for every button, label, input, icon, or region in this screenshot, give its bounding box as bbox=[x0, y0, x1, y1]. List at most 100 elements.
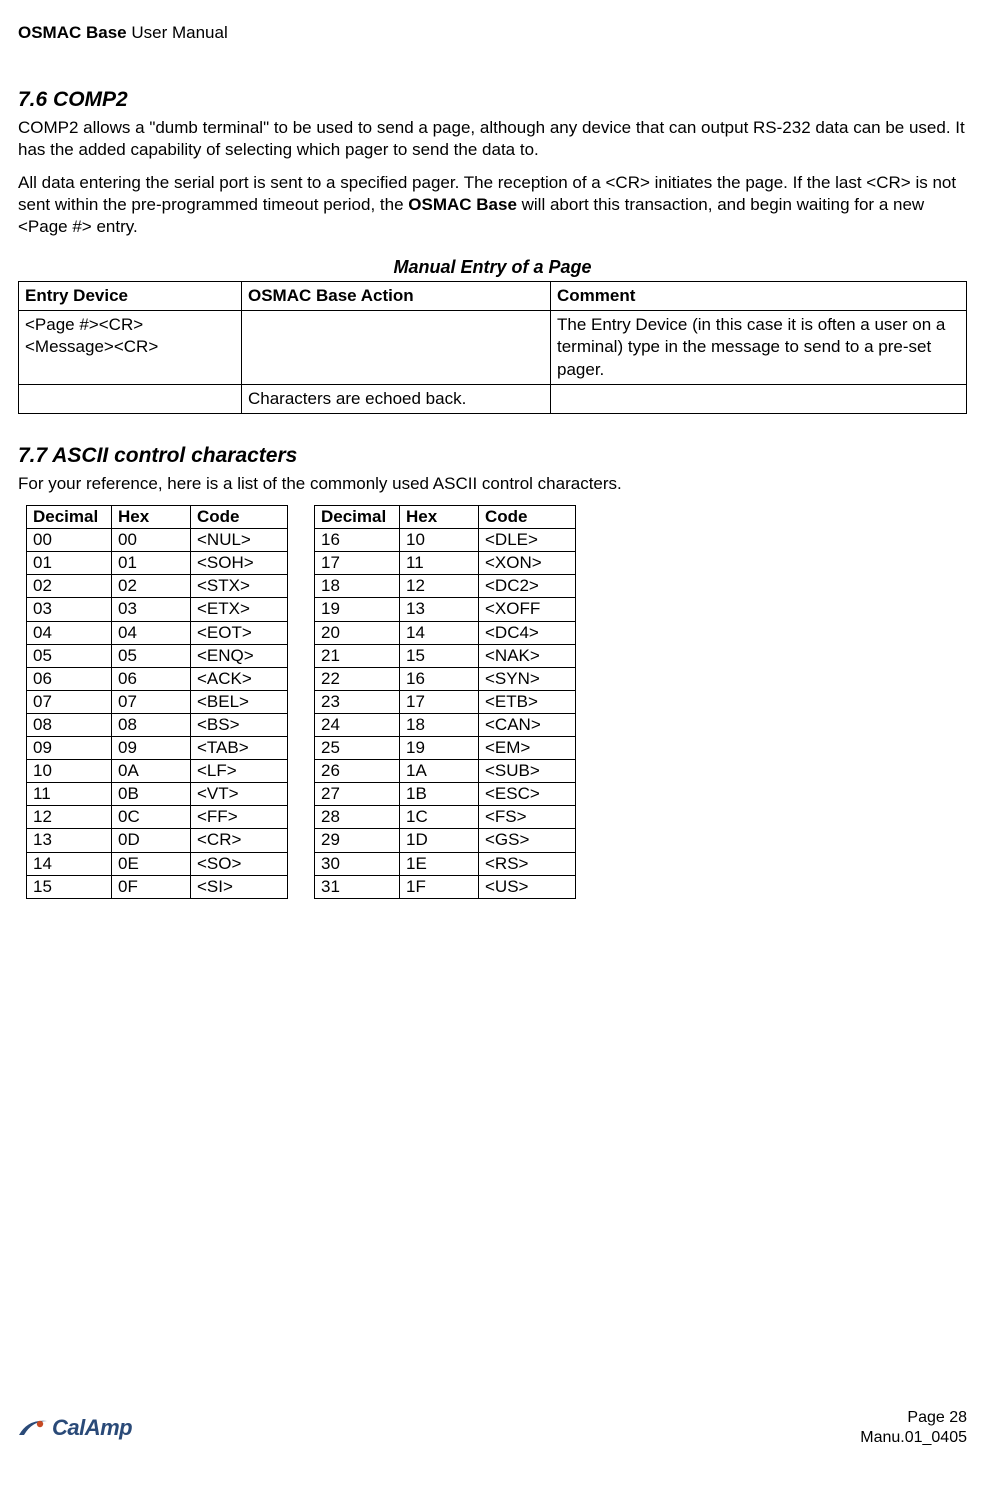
ascii-cell: 31 bbox=[315, 875, 400, 898]
ascii-cell: 29 bbox=[315, 829, 400, 852]
ascii-cell: <NAK> bbox=[479, 644, 576, 667]
ascii-cell: 26 bbox=[315, 760, 400, 783]
ascii-cell: 1A bbox=[400, 760, 479, 783]
footer-right: Page 28 Manu.01_0405 bbox=[860, 1408, 967, 1448]
ascii-cell: <NUL> bbox=[191, 529, 288, 552]
ascii-cell: <ACK> bbox=[191, 667, 288, 690]
ascii-th-code: Code bbox=[191, 506, 288, 529]
ascii-cell: 12 bbox=[400, 575, 479, 598]
ascii-cell: 08 bbox=[112, 713, 191, 736]
table-row: 2115<NAK> bbox=[315, 644, 576, 667]
calamp-swoosh-icon bbox=[18, 1417, 48, 1439]
ascii-cell: <ESC> bbox=[479, 783, 576, 806]
ascii-th-dec: Decimal bbox=[315, 506, 400, 529]
table-row: 1711<XON> bbox=[315, 552, 576, 575]
calamp-logo: CalAmp bbox=[18, 1414, 132, 1443]
ascii-cell: 06 bbox=[112, 667, 191, 690]
doc-manu-id: Manu.01_0405 bbox=[860, 1428, 967, 1448]
ascii-cell: 0D bbox=[112, 829, 191, 852]
ascii-cell: 0E bbox=[112, 852, 191, 875]
table-row: 291D<GS> bbox=[315, 829, 576, 852]
ascii-cell: 18 bbox=[315, 575, 400, 598]
ascii-table-right: Decimal Hex Code 1610<DLE>1711<XON>1812<… bbox=[314, 505, 576, 899]
ascii-cell: 19 bbox=[315, 598, 400, 621]
table-row: 0505<ENQ> bbox=[27, 644, 288, 667]
ascii-cell: 14 bbox=[400, 621, 479, 644]
ascii-th-hex: Hex bbox=[112, 506, 191, 529]
ascii-cell: 10 bbox=[27, 760, 112, 783]
ascii-cell: <XOFF bbox=[479, 598, 576, 621]
ascii-cell: 16 bbox=[315, 529, 400, 552]
ascii-cell: 05 bbox=[112, 644, 191, 667]
table-row: 0303<ETX> bbox=[27, 598, 288, 621]
ascii-table-left: Decimal Hex Code 0000<NUL>0101<SOH>0202<… bbox=[26, 505, 288, 899]
ascii-cell: <SOH> bbox=[191, 552, 288, 575]
table-row: 261A<SUB> bbox=[315, 760, 576, 783]
table-row: 2014<DC4> bbox=[315, 621, 576, 644]
ascii-cell: 10 bbox=[400, 529, 479, 552]
ascii-cell: 24 bbox=[315, 713, 400, 736]
page-number: Page 28 bbox=[860, 1408, 967, 1428]
ascii-cell: <ETX> bbox=[191, 598, 288, 621]
entry-cell bbox=[551, 384, 967, 413]
ascii-th-code: Code bbox=[479, 506, 576, 529]
ascii-cell: 17 bbox=[400, 690, 479, 713]
table-row: 0707<BEL> bbox=[27, 690, 288, 713]
ascii-cell: 02 bbox=[112, 575, 191, 598]
ascii-cell: 23 bbox=[315, 690, 400, 713]
ascii-cell: 27 bbox=[315, 783, 400, 806]
entry-cell bbox=[242, 311, 551, 384]
ascii-cell: 06 bbox=[27, 667, 112, 690]
ascii-cell: 17 bbox=[315, 552, 400, 575]
ascii-cell: 13 bbox=[400, 598, 479, 621]
ascii-cell: <GS> bbox=[479, 829, 576, 852]
ascii-cell: 00 bbox=[112, 529, 191, 552]
ascii-cell: 01 bbox=[112, 552, 191, 575]
ascii-cell: <CR> bbox=[191, 829, 288, 852]
table-row: 0808<BS> bbox=[27, 713, 288, 736]
ascii-cell: 02 bbox=[27, 575, 112, 598]
ascii-cell: <CAN> bbox=[479, 713, 576, 736]
doc-header: OSMAC Base User Manual bbox=[18, 22, 967, 44]
ascii-cell: <EM> bbox=[479, 737, 576, 760]
page-footer: CalAmp Page 28 Manu.01_0405 bbox=[18, 1408, 967, 1448]
ascii-cell: <STX> bbox=[191, 575, 288, 598]
ascii-cell: <DC2> bbox=[479, 575, 576, 598]
ascii-cell: 16 bbox=[400, 667, 479, 690]
ascii-cell: 20 bbox=[315, 621, 400, 644]
ascii-cell: 08 bbox=[27, 713, 112, 736]
table-row: 140E<SO> bbox=[27, 852, 288, 875]
ascii-cell: 04 bbox=[27, 621, 112, 644]
ascii-cell: 30 bbox=[315, 852, 400, 875]
ascii-cell: 1B bbox=[400, 783, 479, 806]
section-7-6-p2-bold: OSMAC Base bbox=[408, 195, 517, 214]
ascii-cell: <FS> bbox=[479, 806, 576, 829]
ascii-cell: 28 bbox=[315, 806, 400, 829]
ascii-cell: 09 bbox=[27, 737, 112, 760]
table-row: Characters are echoed back. bbox=[19, 384, 967, 413]
ascii-cell: <ETB> bbox=[479, 690, 576, 713]
table-row: 281C<FS> bbox=[315, 806, 576, 829]
ascii-cell: 19 bbox=[400, 737, 479, 760]
ascii-cell: <FF> bbox=[191, 806, 288, 829]
table-row: 100A<LF> bbox=[27, 760, 288, 783]
ascii-cell: 1D bbox=[400, 829, 479, 852]
table-row: 301E<RS> bbox=[315, 852, 576, 875]
ascii-cell: <EOT> bbox=[191, 621, 288, 644]
ascii-cell: <DLE> bbox=[479, 529, 576, 552]
entry-cell: Characters are echoed back. bbox=[242, 384, 551, 413]
section-7-6-p1: COMP2 allows a "dumb terminal" to be use… bbox=[18, 117, 967, 161]
ascii-th-dec: Decimal bbox=[27, 506, 112, 529]
section-7-7-heading: 7.7 ASCII control characters bbox=[18, 442, 967, 469]
ascii-cell: 12 bbox=[27, 806, 112, 829]
table-row: 130D<CR> bbox=[27, 829, 288, 852]
entry-cell bbox=[19, 384, 242, 413]
entry-th-device: Entry Device bbox=[19, 282, 242, 311]
table-row: 110B<VT> bbox=[27, 783, 288, 806]
calamp-logo-text: CalAmp bbox=[52, 1414, 132, 1443]
ascii-cell: <BS> bbox=[191, 713, 288, 736]
ascii-cell: <SUB> bbox=[479, 760, 576, 783]
table-row: 2519<EM> bbox=[315, 737, 576, 760]
section-7-7-p1: For your reference, here is a list of th… bbox=[18, 473, 967, 495]
ascii-cell: <SO> bbox=[191, 852, 288, 875]
